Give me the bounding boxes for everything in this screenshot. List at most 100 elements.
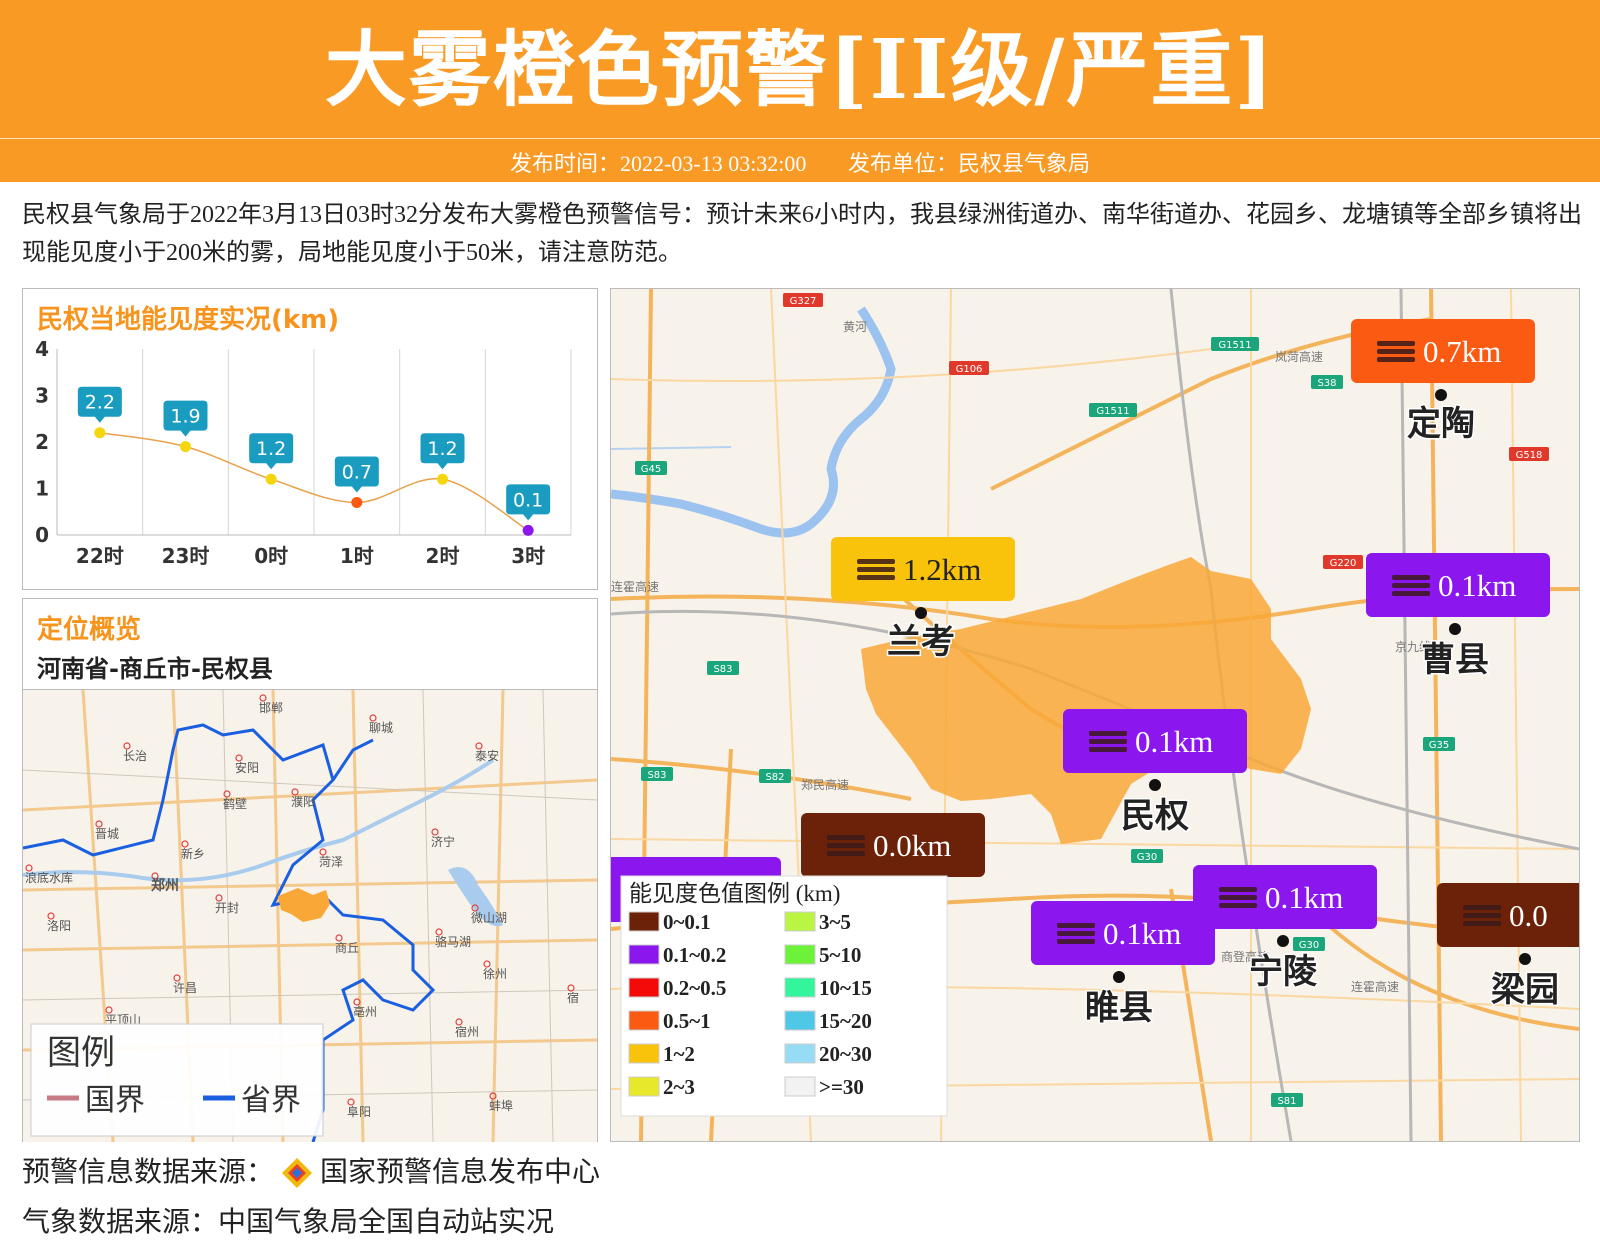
visibility-point[interactable] bbox=[522, 524, 534, 536]
fog-icon bbox=[1089, 739, 1127, 744]
visibility-chart-panel: 民权当地能见度实况(km) 0 1 2 3 4 22时 23时 0时 1时 2时 3时 2.2 1.9 1… bbox=[22, 288, 598, 590]
visibility-point[interactable] bbox=[437, 473, 448, 485]
visibility-point[interactable] bbox=[94, 427, 106, 439]
overview-city-label: 邯郸 bbox=[259, 700, 283, 715]
road-shield-label: G1511 bbox=[1096, 406, 1129, 417]
legend-swatch bbox=[784, 1010, 816, 1031]
province-border-label: 省界 bbox=[241, 1083, 301, 1118]
data-label: 1.9 bbox=[170, 406, 200, 428]
overview-city-label: 安阳 bbox=[235, 760, 259, 775]
overview-legend-title: 图例 bbox=[47, 1033, 115, 1073]
station-value: 0.1km bbox=[1135, 724, 1213, 759]
station-value: 0.1km bbox=[1265, 880, 1343, 915]
station-dot bbox=[1277, 935, 1289, 947]
legend-swatch bbox=[784, 944, 816, 965]
location-panel: 定位概览 河南省-商丘市-民权县 邯郸 长治 安阳 鹤壁 濮阳 聊城 泰安 晋城 新乡 菏泽 济宁郑… bbox=[22, 598, 598, 1142]
visibility-legend-title: 能见度色值图例 (km) bbox=[629, 881, 840, 906]
overview-city-label: 许昌 bbox=[173, 981, 197, 995]
x-tick-label: 23时 bbox=[162, 544, 210, 568]
legend-label: 1~2 bbox=[663, 1042, 695, 1066]
legend-swatch bbox=[628, 1043, 660, 1064]
data-label: 1.2 bbox=[256, 438, 286, 460]
road-shield-label: G518 bbox=[1516, 450, 1543, 461]
road-shield-label: G1511 bbox=[1218, 340, 1251, 351]
main-map[interactable]: G327 G1511 G106 S38 G45 G518 G220 G1511 S83 S82 S8… bbox=[611, 289, 1579, 1141]
data-label: 2.2 bbox=[85, 392, 115, 414]
station-dot bbox=[1449, 623, 1461, 635]
overview-city-label: 濮阳 bbox=[291, 794, 315, 809]
x-tick-label: 1时 bbox=[340, 544, 374, 568]
station-value: 0.7km bbox=[1423, 334, 1501, 369]
visibility-legend: 能见度色值图例 (km) 0~0.1 0.1~0.2 0.2~0.5 0.5~1 1~2… bbox=[620, 875, 948, 1117]
visibility-point[interactable] bbox=[180, 441, 191, 453]
overview-city-label: 阜阳 bbox=[347, 1105, 371, 1119]
publish-unit: 发布单位：民权县气象局 bbox=[847, 151, 1090, 176]
fog-icon bbox=[827, 835, 865, 840]
road-shield-label: S83 bbox=[713, 664, 732, 675]
warning-source-name[interactable]: 国家预警信息发布中心 bbox=[320, 1155, 600, 1188]
overview-city-label: 郑州 bbox=[151, 877, 179, 894]
fog-icon bbox=[1057, 939, 1095, 944]
overview-city-label: 鹤壁 bbox=[223, 796, 247, 811]
fog-icon bbox=[1377, 341, 1415, 346]
fog-icon bbox=[827, 843, 865, 848]
station-value: 0.1km bbox=[1103, 916, 1181, 951]
station-dot bbox=[1113, 971, 1125, 983]
x-tick-label: 0时 bbox=[254, 544, 288, 568]
legend-label: 5~10 bbox=[819, 943, 861, 967]
overview-city-label: 晋城 bbox=[95, 827, 119, 841]
weather-source-line: 气象数据来源：中国气象局全国自动站实况 bbox=[22, 1205, 555, 1238]
x-tick-label: 22时 bbox=[76, 544, 124, 568]
road-name-label: 黄河 bbox=[843, 320, 867, 334]
road-shield-label: G327 bbox=[790, 296, 817, 307]
legend-swatch bbox=[628, 944, 660, 965]
legend-swatch bbox=[628, 911, 660, 932]
station-dot bbox=[1519, 953, 1531, 965]
fog-icon bbox=[1392, 583, 1430, 588]
fog-icon bbox=[827, 851, 865, 856]
warning-title: 大雾橙色预警[II级/严重] bbox=[324, 22, 1276, 118]
overview-city-label: 洛阳 bbox=[47, 918, 71, 933]
legend-swatch bbox=[784, 911, 816, 932]
overview-city-label: 济宁 bbox=[431, 834, 455, 849]
overview-city-label: 泰安 bbox=[475, 748, 499, 763]
y-tick-label: 3 bbox=[35, 384, 49, 408]
overview-city-label: 开封 bbox=[215, 901, 239, 915]
station-value-box[interactable] bbox=[1437, 883, 1579, 947]
station-value: 0.1km bbox=[1438, 568, 1516, 603]
station-dot bbox=[1149, 779, 1161, 791]
station-value: 0.0 bbox=[1509, 898, 1548, 933]
main-map-panel: G327 G1511 G106 S38 G45 G518 G220 G1511 S83 S82 S8… bbox=[610, 288, 1580, 1142]
road-name-label: 连霍高速 bbox=[611, 579, 659, 594]
fog-icon bbox=[857, 575, 895, 580]
warning-center-logo-icon bbox=[280, 1156, 314, 1190]
station-name: 民权 bbox=[1121, 796, 1189, 836]
road-shield-label: S82 bbox=[765, 772, 784, 783]
fog-icon bbox=[1219, 903, 1257, 908]
warning-source-line: 预警信息数据来源： 国家预警信息发布中心 bbox=[22, 1150, 600, 1190]
legend-label: 15~20 bbox=[819, 1009, 872, 1033]
fog-icon bbox=[1463, 905, 1501, 910]
y-tick-label: 2 bbox=[35, 430, 49, 454]
fog-icon bbox=[1463, 921, 1501, 926]
fog-icon bbox=[857, 567, 895, 572]
fog-icon bbox=[1219, 895, 1257, 900]
overview-city-label: 浪底水库 bbox=[25, 870, 73, 885]
visibility-point[interactable] bbox=[265, 473, 277, 485]
station-name: 兰考 bbox=[887, 622, 955, 662]
warning-source-label: 预警信息数据来源： bbox=[22, 1155, 275, 1188]
road-shield-label: G35 bbox=[1429, 740, 1449, 751]
overview-legend: 图例 国界 省界 bbox=[30, 1023, 324, 1137]
visibility-point[interactable] bbox=[351, 496, 363, 508]
road-name-label: 郑民高速 bbox=[801, 777, 849, 792]
station-value: 0.0km bbox=[873, 828, 951, 863]
data-label: 0.1 bbox=[513, 489, 543, 511]
fog-icon bbox=[1463, 913, 1501, 918]
station-value: 1.2km bbox=[903, 552, 981, 587]
station-unnamed[interactable]: 0.0km bbox=[801, 813, 985, 877]
overview-city-label: 宿 bbox=[567, 990, 579, 1005]
overview-map[interactable]: 邯郸长治安阳鹤壁 濮阳聊城泰安晋城新乡菏泽济宁郑州开封洛阳商丘微山湖徐州许昌亳州宿… bbox=[23, 689, 597, 1142]
overview-city-label: 微山湖 bbox=[471, 910, 507, 925]
header-divider bbox=[0, 138, 1600, 139]
road-shield-label: G220 bbox=[1330, 558, 1357, 569]
